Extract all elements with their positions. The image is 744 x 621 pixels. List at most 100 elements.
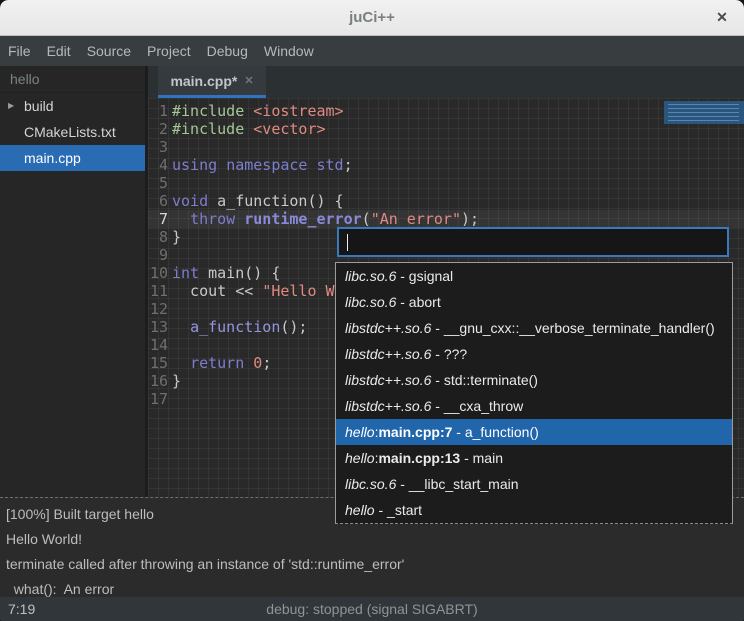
diagnostic-tooltip (664, 101, 744, 124)
code-segment: <iostream> (253, 102, 343, 120)
text-segment: libstdc++.so.6 (345, 398, 431, 414)
tab-close-icon[interactable]: ✕ (244, 74, 253, 87)
menu-project[interactable]: Project (139, 36, 199, 66)
text-segment: hello (345, 450, 375, 466)
line-number: 11 (148, 282, 168, 300)
line-number: 1 (148, 102, 168, 120)
text-segment: - main (460, 450, 503, 466)
code-line: 1#include <iostream> (148, 102, 744, 120)
window-titlebar[interactable]: juCi++ ✕ (0, 0, 744, 36)
window-close-icon[interactable]: ✕ (710, 0, 734, 35)
tab-main-cpp[interactable]: main.cpp* ✕ (158, 66, 266, 98)
menu-window[interactable]: Window (256, 36, 322, 66)
line-number: 15 (148, 354, 168, 372)
menu-file[interactable]: File (0, 36, 39, 66)
output-line: terminate called after throwing an insta… (6, 552, 738, 577)
code-segment (172, 354, 190, 372)
line-number: 17 (148, 390, 168, 408)
code-segment: #include (172, 102, 253, 120)
code-segment: (); (280, 318, 307, 336)
sidebar-item-main-cpp[interactable]: main.cpp (0, 145, 145, 171)
menu-source[interactable]: Source (79, 36, 139, 66)
text-segment: libstdc++.so.6 (345, 320, 431, 336)
code-segment: #include (172, 120, 253, 138)
code-text: int main() { (168, 264, 280, 282)
text-segment: libc.so.6 (345, 268, 396, 284)
backtrace-item[interactable]: hello:main.cpp:7 - a_function() (336, 419, 732, 445)
code-segment: namespace (226, 156, 307, 174)
code-segment: throw (190, 210, 235, 228)
code-segment: ; (344, 156, 353, 174)
text-segment: libstdc++.so.6 (345, 346, 431, 362)
text-segment: - __gnu_cxx::__verbose_terminate_handler… (431, 320, 714, 336)
code-text: #include <vector> (168, 120, 326, 138)
menu-edit[interactable]: Edit (39, 36, 79, 66)
expander-icon[interactable]: ▶ (8, 93, 14, 119)
code-segment: 0 (253, 354, 262, 372)
code-segment: ); (461, 210, 479, 228)
backtrace-item[interactable]: libc.so.6 - gsignal (336, 263, 732, 289)
code-segment: main() { (199, 264, 280, 282)
line-number: 3 (148, 138, 168, 156)
code-segment: "Hello W (262, 282, 334, 300)
text-segment: - __cxa_throw (431, 398, 523, 414)
code-segment: a_function() { (208, 192, 343, 210)
code-text: throw runtime_error("An error"); (168, 210, 479, 228)
code-segment: ( (362, 210, 371, 228)
sidebar-item-cmakelists-txt[interactable]: CMakeLists.txt (0, 119, 145, 145)
code-segment: } (172, 228, 181, 246)
code-text (168, 390, 172, 408)
code-segment: "An error" (371, 210, 461, 228)
backtrace-item[interactable]: libstdc++.so.6 - __gnu_cxx::__verbose_te… (336, 315, 732, 341)
menu-debug[interactable]: Debug (199, 36, 256, 66)
code-text: #include <iostream> (168, 102, 344, 120)
line-number: 5 (148, 174, 168, 192)
backtrace-item[interactable]: hello - _start (336, 497, 732, 523)
sidebar-item-build[interactable]: ▶ build (0, 93, 145, 119)
code-segment (172, 210, 190, 228)
backtrace-item[interactable]: libc.so.6 - abort (336, 289, 732, 315)
backtrace-item[interactable]: libc.so.6 - __libc_start_main (336, 471, 732, 497)
code-segment: void (172, 192, 208, 210)
line-number: 14 (148, 336, 168, 354)
code-text: } (168, 372, 181, 390)
line-number: 4 (148, 156, 168, 174)
code-line: 5 (148, 174, 744, 192)
line-number: 13 (148, 318, 168, 336)
code-segment: a_function (190, 318, 280, 336)
code-line: 7 throw runtime_error("An error"); (148, 210, 744, 228)
code-segment (244, 354, 253, 372)
backtrace-item[interactable]: libstdc++.so.6 - ??? (336, 341, 732, 367)
code-text: cout << "Hello W (168, 282, 335, 300)
code-segment (172, 318, 190, 336)
text-segment: libc.so.6 (345, 476, 396, 492)
line-number: 7 (148, 210, 168, 228)
code-segment: cout << (172, 282, 262, 300)
code-segment (307, 156, 316, 174)
text-segment: main.cpp:13 (378, 450, 460, 466)
code-text (168, 246, 172, 264)
text-segment: main.cpp:7 (378, 424, 452, 440)
backtrace-search-input[interactable] (337, 227, 729, 257)
file-tree: ▶ build CMakeLists.txtmain.cpp (0, 93, 145, 171)
debug-status: debug: stopped (signal SIGABRT) (0, 597, 744, 621)
code-text: using namespace std; (168, 156, 353, 174)
code-text (168, 336, 172, 354)
code-segment: int (172, 264, 199, 282)
file-label: build (24, 98, 54, 114)
text-caret (347, 234, 348, 251)
backtrace-item[interactable]: libstdc++.so.6 - std::terminate() (336, 367, 732, 393)
file-tree-panel: hello ▶buildCMakeLists.txtmain.cpp (0, 66, 145, 497)
text-segment: hello (345, 424, 375, 440)
line-number: 8 (148, 228, 168, 246)
code-text: void a_function() { (168, 192, 344, 210)
backtrace-item[interactable]: libstdc++.so.6 - __cxa_throw (336, 393, 732, 419)
text-segment: hello (345, 502, 375, 518)
window-title: juCi++ (0, 0, 744, 35)
line-number: 16 (148, 372, 168, 390)
code-line: 4using namespace std; (148, 156, 744, 174)
backtrace-item[interactable]: hello:main.cpp:13 - main (336, 445, 732, 471)
code-line: 6void a_function() { (148, 192, 744, 210)
line-number: 12 (148, 300, 168, 318)
text-segment: - __libc_start_main (396, 476, 518, 492)
